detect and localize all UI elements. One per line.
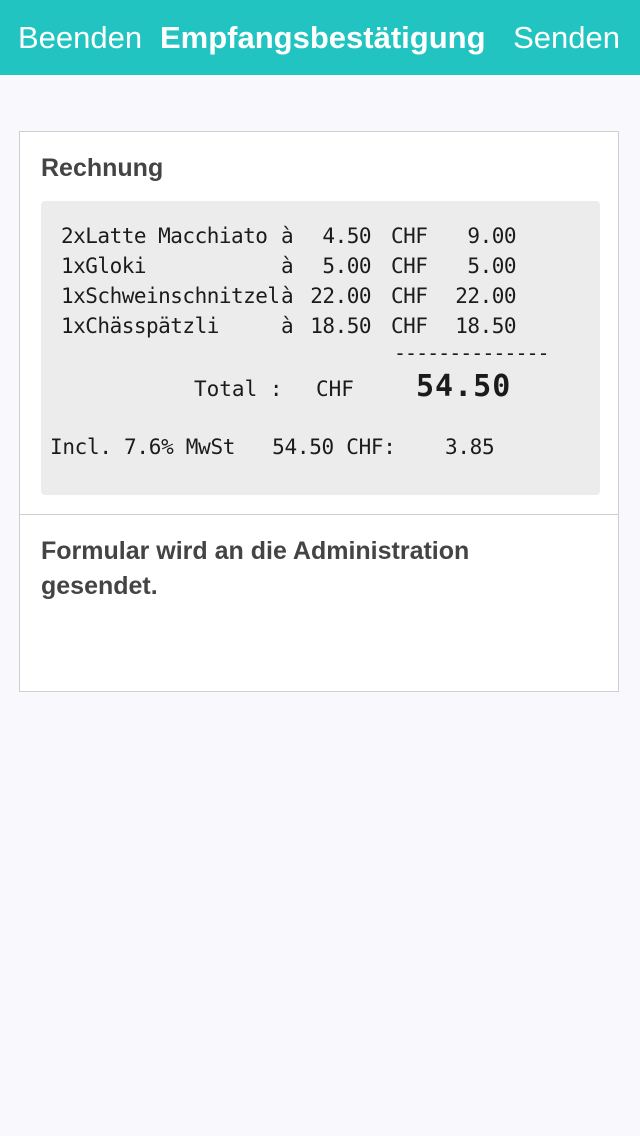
receipt-item-amount: 5.00 <box>467 254 516 278</box>
receipt-separator: -------------- <box>394 341 550 365</box>
receipt-item-name: 1xSchweinschnitzel <box>61 284 280 308</box>
receipt-item-name: 2xLatte Macchiato <box>61 224 268 248</box>
submission-message: Formular wird an die Administration gese… <box>41 537 470 600</box>
finish-button[interactable]: Beenden <box>18 18 142 58</box>
receipt-item-price: 22.00 <box>310 284 371 308</box>
receipt-item-price: 4.50 <box>322 224 371 248</box>
receipt-vat-line: Incl. 7.6% MwSt 54.50 CHF: 3.85 <box>50 435 495 459</box>
receipt-total-value: 54.50 <box>416 369 512 404</box>
card-divider <box>20 514 618 515</box>
navigation-bar: Beenden Empfangsbestätigung Senden <box>0 0 640 75</box>
receipt-item-at: à <box>281 284 294 308</box>
receipt-item-at: à <box>281 254 294 278</box>
receipt-item-amount: 9.00 <box>467 224 516 248</box>
receipt-item-currency: CHF <box>391 224 428 248</box>
receipt-item-currency: CHF <box>391 284 428 308</box>
card-heading: Rechnung <box>41 154 164 182</box>
receipt-item-price: 5.00 <box>322 254 371 278</box>
receipt-item-price: 18.50 <box>310 314 371 338</box>
receipt-item-at: à <box>281 314 294 338</box>
receipt-item-amount: 22.00 <box>455 284 516 308</box>
receipt-item-at: à <box>281 224 294 248</box>
receipt-total-currency: CHF <box>316 377 354 401</box>
receipt-item-name: 1xChässpätzli <box>61 314 219 338</box>
send-button[interactable]: Senden <box>513 18 620 58</box>
receipt-item-currency: CHF <box>391 254 428 278</box>
receipt-total-label: Total : <box>194 377 283 401</box>
receipt-item-amount: 18.50 <box>455 314 516 338</box>
receipt-image: 2xLatte Macchiato à 4.50 CHF 9.00 1xGlok… <box>41 201 600 495</box>
receipt-item-currency: CHF <box>391 314 428 338</box>
receipt-card: Rechnung 2xLatte Macchiato à 4.50 CHF 9.… <box>19 131 619 692</box>
page-title: Empfangsbestätigung <box>160 20 486 55</box>
receipt-item-name: 1xGloki <box>61 254 147 278</box>
